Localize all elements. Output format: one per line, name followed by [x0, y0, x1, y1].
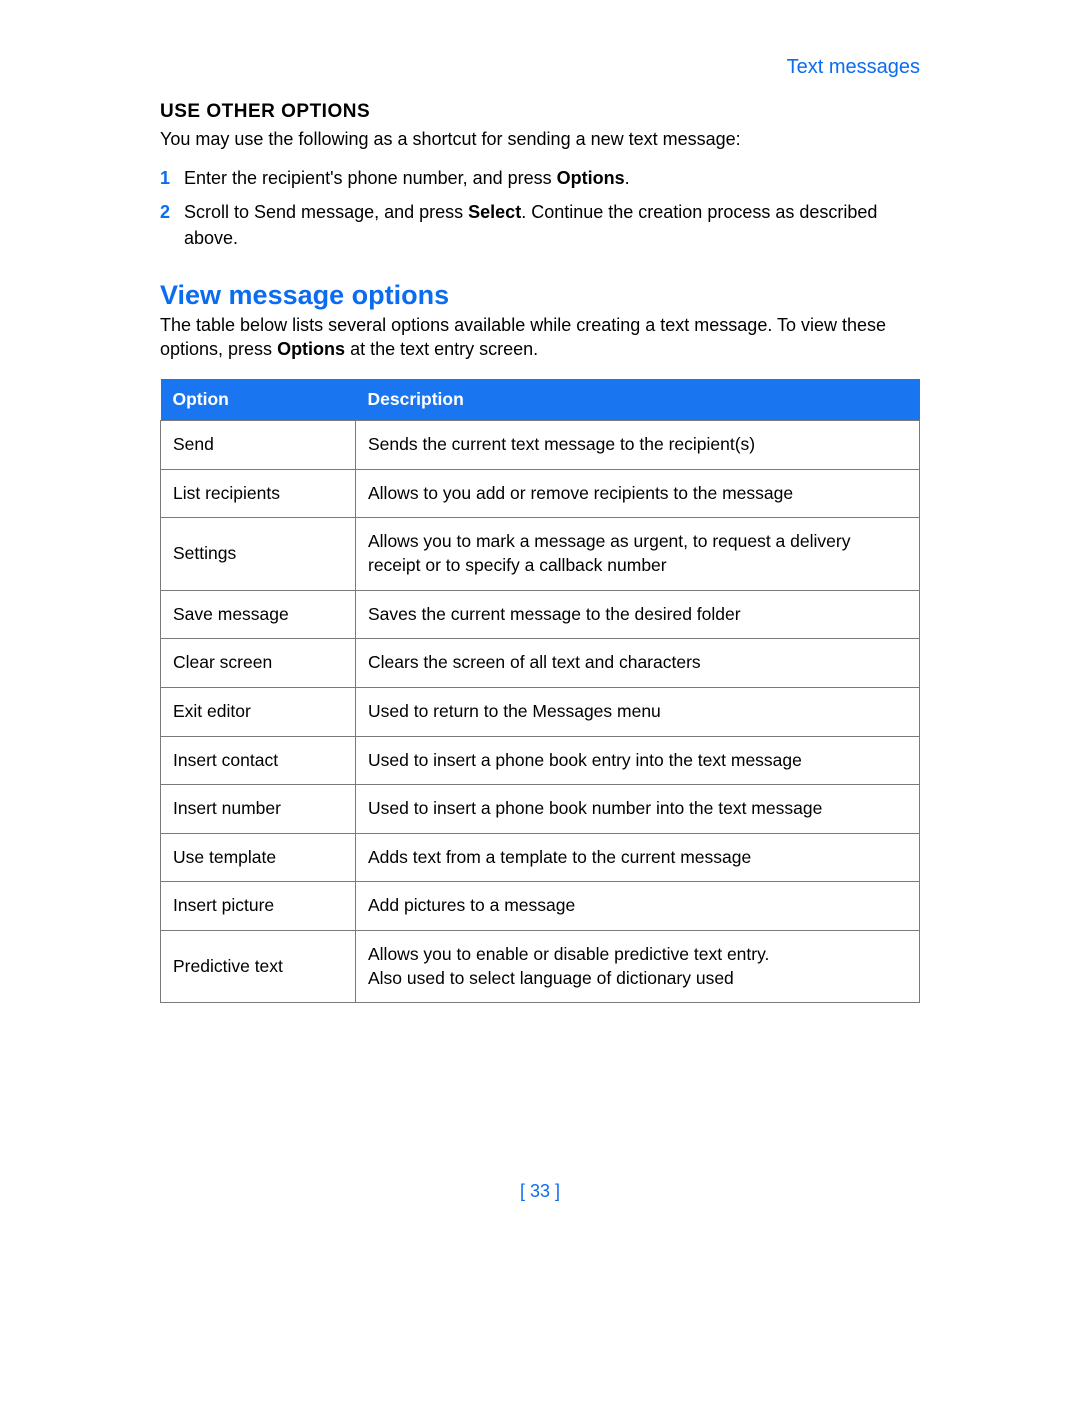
description-cell: Clears the screen of all text and charac… [356, 639, 920, 688]
step-text-after: . [625, 168, 630, 188]
description-cell: Adds text from a template to the current… [356, 833, 920, 882]
description-cell: Sends the current text message to the re… [356, 421, 920, 470]
description-cell: Allows to you add or remove recipients t… [356, 469, 920, 518]
shortcut-steps: 1 Enter the recipient's phone number, an… [160, 165, 920, 251]
description-cell: Saves the current message to the desired… [356, 590, 920, 639]
step-1: 1 Enter the recipient's phone number, an… [160, 165, 920, 191]
option-cell: Predictive text [161, 931, 356, 1003]
option-cell: Exit editor [161, 687, 356, 736]
option-cell: Insert picture [161, 882, 356, 931]
page-number: [ 33 ] [0, 1181, 1080, 1202]
table-row: Use templateAdds text from a template to… [161, 833, 920, 882]
step-bold: Options [557, 168, 625, 188]
table-row: SendSends the current text message to th… [161, 421, 920, 470]
step-bold: Select [468, 202, 521, 222]
table-row: List recipientsAllows to you add or remo… [161, 469, 920, 518]
description-cell: Allows you to enable or disable predicti… [356, 931, 920, 1003]
step-text: Enter the recipient's phone number, and … [184, 168, 557, 188]
option-cell: Send [161, 421, 356, 470]
table-row: Insert numberUsed to insert a phone book… [161, 785, 920, 834]
intro-bold: Options [277, 339, 345, 359]
view-message-options-intro: The table below lists several options av… [160, 313, 920, 362]
column-header-description: Description [356, 379, 920, 421]
option-cell: Insert contact [161, 736, 356, 785]
document-page: Text messages USE OTHER OPTIONS You may … [0, 0, 1080, 1003]
option-cell: Settings [161, 518, 356, 590]
step-2: 2 Scroll to Send message, and press Sele… [160, 199, 920, 251]
table-row: SettingsAllows you to mark a message as … [161, 518, 920, 590]
step-number: 2 [160, 199, 170, 225]
table-row: Exit editorUsed to return to the Message… [161, 687, 920, 736]
step-number: 1 [160, 165, 170, 191]
options-table: Option Description SendSends the current… [160, 379, 920, 1003]
option-cell: Save message [161, 590, 356, 639]
column-header-option: Option [161, 379, 356, 421]
table-row: Predictive textAllows you to enable or d… [161, 931, 920, 1003]
description-cell: Used to insert a phone book entry into t… [356, 736, 920, 785]
option-cell: Insert number [161, 785, 356, 834]
use-other-options-intro: You may use the following as a shortcut … [160, 127, 920, 151]
description-cell: Used to return to the Messages menu [356, 687, 920, 736]
intro-text-after: at the text entry screen. [345, 339, 538, 359]
option-cell: List recipients [161, 469, 356, 518]
description-cell: Allows you to mark a message as urgent, … [356, 518, 920, 590]
table-row: Clear screenClears the screen of all tex… [161, 639, 920, 688]
table-header-row: Option Description [161, 379, 920, 421]
breadcrumb: Text messages [160, 56, 920, 79]
table-row: Insert contactUsed to insert a phone boo… [161, 736, 920, 785]
option-cell: Use template [161, 833, 356, 882]
description-cell: Used to insert a phone book number into … [356, 785, 920, 834]
table-row: Save messageSaves the current message to… [161, 590, 920, 639]
view-message-options-heading: View message options [160, 280, 920, 311]
step-text: Scroll to Send message, and press [184, 202, 468, 222]
option-cell: Clear screen [161, 639, 356, 688]
use-other-options-heading: USE OTHER OPTIONS [160, 101, 920, 123]
description-cell: Add pictures to a message [356, 882, 920, 931]
table-row: Insert pictureAdd pictures to a message [161, 882, 920, 931]
